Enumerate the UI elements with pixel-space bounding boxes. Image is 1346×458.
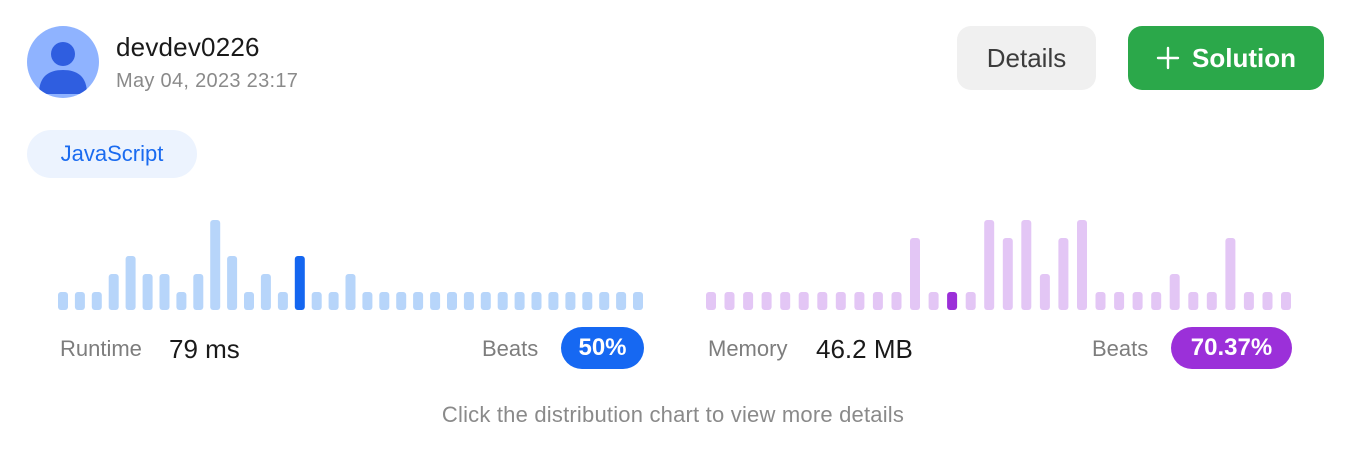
runtime-bar[interactable] — [548, 292, 559, 310]
memory-bar[interactable] — [780, 292, 791, 310]
runtime-bar[interactable] — [311, 292, 322, 310]
runtime-bar[interactable] — [260, 274, 271, 310]
runtime-bar[interactable] — [633, 292, 643, 310]
runtime-bar[interactable] — [74, 292, 85, 310]
runtime-bar[interactable] — [244, 292, 254, 310]
runtime-bar[interactable] — [531, 292, 542, 310]
runtime-bar[interactable] — [565, 292, 576, 310]
memory-bar[interactable] — [1132, 292, 1143, 310]
runtime-beats-badge: 50% — [561, 327, 644, 369]
runtime-bar[interactable] — [328, 292, 339, 310]
solution-button-label: Solution — [1192, 42, 1296, 73]
add-solution-button[interactable]: Solution — [1128, 26, 1324, 90]
memory-bar[interactable] — [1095, 292, 1106, 310]
runtime-bar[interactable] — [125, 256, 136, 310]
runtime-bar[interactable] — [616, 292, 627, 310]
memory-bar[interactable] — [1151, 292, 1162, 310]
memory-bar[interactable] — [984, 220, 995, 310]
runtime-bar[interactable] — [362, 292, 373, 310]
runtime-bar[interactable] — [176, 292, 187, 310]
runtime-bar[interactable] — [345, 274, 356, 310]
memory-bar-current[interactable] — [947, 292, 958, 310]
memory-bar[interactable] — [1077, 220, 1087, 310]
details-button[interactable]: Details — [957, 26, 1096, 90]
runtime-bar[interactable] — [582, 292, 593, 310]
runtime-bar[interactable] — [447, 292, 457, 310]
runtime-value: 79 ms — [169, 334, 240, 364]
memory-bar[interactable] — [1002, 238, 1013, 310]
runtime-bar[interactable] — [379, 292, 390, 310]
memory-bar[interactable] — [835, 292, 846, 310]
memory-bar[interactable] — [706, 292, 716, 310]
runtime-bar[interactable] — [463, 292, 474, 310]
memory-bar[interactable] — [817, 292, 828, 310]
runtime-bar[interactable] — [413, 292, 424, 310]
avatar[interactable] — [27, 26, 99, 98]
runtime-bar[interactable] — [210, 220, 221, 310]
memory-bar[interactable] — [1058, 238, 1069, 310]
memory-bar[interactable] — [1206, 292, 1217, 310]
memory-bar[interactable] — [1262, 292, 1273, 310]
memory-label: Memory — [708, 336, 788, 361]
memory-bar[interactable] — [761, 292, 772, 310]
runtime-beats-label: Beats — [482, 336, 539, 361]
memory-bar[interactable] — [872, 292, 883, 310]
memory-bar[interactable] — [1188, 292, 1199, 310]
memory-beats-badge: 70.37% — [1171, 327, 1292, 369]
memory-bar[interactable] — [1225, 238, 1236, 310]
user-avatar-icon — [39, 42, 87, 94]
memory-bar[interactable] — [798, 292, 809, 310]
username[interactable]: devdev0226 — [116, 32, 260, 63]
submission-timestamp: May 04, 2023 23:17 — [116, 70, 299, 92]
distribution-charts[interactable] — [0, 200, 1346, 320]
runtime-label: Runtime — [60, 336, 142, 361]
runtime-bar[interactable] — [396, 292, 407, 310]
memory-bar[interactable] — [1243, 292, 1254, 310]
runtime-bar[interactable] — [91, 292, 102, 310]
runtime-bar[interactable] — [497, 292, 508, 310]
chart-hint: Click the distribution chart to view mor… — [441, 402, 905, 427]
runtime-bar-current[interactable] — [294, 256, 305, 310]
runtime-bar[interactable] — [227, 256, 238, 310]
memory-bar[interactable] — [1021, 220, 1032, 310]
memory-value: 46.2 MB — [816, 334, 913, 364]
memory-beats-label: Beats — [1092, 336, 1149, 361]
memory-bar[interactable] — [743, 292, 754, 310]
memory-bar[interactable] — [1039, 274, 1050, 310]
details-button-label: Details — [986, 42, 1067, 73]
memory-bar[interactable] — [1281, 292, 1291, 310]
runtime-distribution-chart[interactable] — [58, 220, 643, 310]
runtime-bar[interactable] — [599, 292, 610, 310]
runtime-bar[interactable] — [108, 274, 119, 310]
memory-distribution-chart[interactable] — [706, 220, 1291, 310]
plus-icon — [1156, 46, 1180, 70]
runtime-bar[interactable] — [514, 292, 525, 310]
memory-bar[interactable] — [928, 292, 939, 310]
runtime-bar[interactable] — [159, 274, 170, 310]
runtime-bar[interactable] — [480, 292, 491, 310]
runtime-bar[interactable] — [58, 292, 68, 310]
memory-bar[interactable] — [910, 238, 920, 310]
memory-bar[interactable] — [891, 292, 902, 310]
memory-bar[interactable] — [724, 292, 735, 310]
runtime-bar[interactable] — [430, 292, 441, 310]
memory-bar[interactable] — [1169, 274, 1180, 310]
runtime-bar[interactable] — [142, 274, 153, 310]
language-tag[interactable]: JavaScript — [27, 130, 197, 178]
memory-bar[interactable] — [1114, 292, 1125, 310]
memory-bar[interactable] — [965, 292, 976, 310]
runtime-bar[interactable] — [193, 274, 204, 310]
memory-bar[interactable] — [854, 292, 865, 310]
runtime-bar[interactable] — [277, 292, 288, 310]
